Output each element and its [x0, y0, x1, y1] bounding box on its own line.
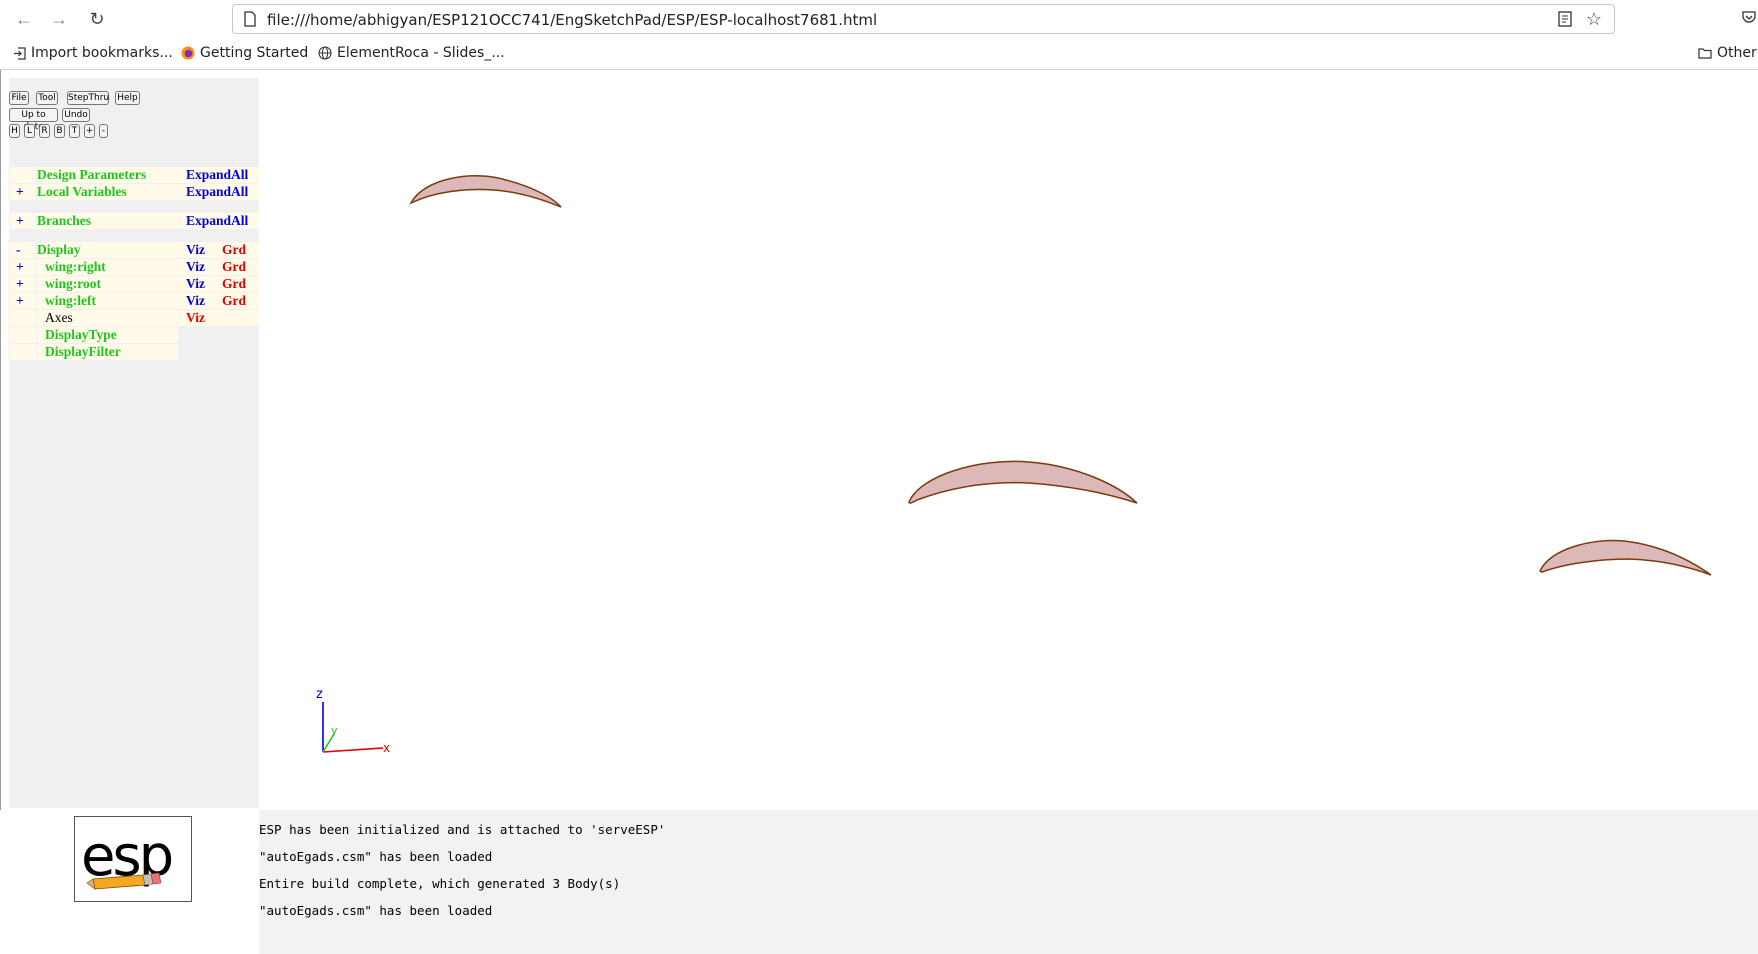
expand-all-link[interactable]: ExpandAll [177, 184, 259, 200]
folder-icon [1698, 48, 1712, 59]
axes-label: Axes [37, 310, 178, 326]
z-axis-label: z [316, 687, 323, 702]
x-axis-line [322, 747, 384, 753]
reader-view-icon[interactable] [1558, 11, 1572, 27]
bookmark-star-icon[interactable]: ☆ [1586, 9, 1602, 29]
collapse-toggle[interactable]: - [10, 242, 36, 258]
message-line: Entire build complete, which generated 3… [259, 876, 621, 891]
message-line: "autoEgads.csm" has been loaded [259, 849, 493, 864]
help-button[interactable]: Help [115, 91, 140, 105]
message-line: ESP has been initialized and is attached… [259, 822, 666, 837]
bookmark-import[interactable]: Import bookmarks... [13, 45, 173, 61]
stepthru-button[interactable]: StepThru [67, 91, 109, 105]
body-label-wing-right[interactable]: wing:right [37, 259, 178, 275]
forward-arrow-icon[interactable]: → [48, 8, 70, 30]
airfoil-wing-root[interactable] [908, 460, 1138, 504]
expand-toggle[interactable]: + [10, 184, 36, 200]
tool-button[interactable]: Tool [36, 91, 58, 105]
view-left-button[interactable]: L [24, 124, 35, 138]
branches-label[interactable]: Branches [37, 213, 178, 229]
bookmark-elementroca[interactable]: ElementRoca - Slides_... [318, 45, 505, 61]
url-text[interactable]: file:///home/abhigyan/ESP121OCC741/EngSk… [267, 11, 877, 29]
browser-toolbar: ← → ↻ file:///home/abhigyan/ESP121OCC741… [0, 0, 1758, 38]
y-axis-label: y [331, 724, 338, 737]
other-bookmarks[interactable]: Other [1698, 45, 1757, 61]
grd-toggle[interactable]: Grd [216, 276, 259, 292]
viz-toggle[interactable]: Viz [177, 293, 216, 309]
tree-expander [10, 310, 36, 326]
tree-panel: File Tool StepThru Help Up to date Undo … [9, 78, 259, 808]
grd-toggle[interactable]: Grd [216, 259, 259, 275]
page-icon [244, 11, 256, 27]
view-top-button[interactable]: T [69, 124, 80, 138]
message-log: ESP has been initialized and is attached… [259, 810, 1758, 954]
bookmark-getting-started[interactable]: Getting Started [181, 45, 308, 61]
firefox-icon [181, 46, 195, 60]
viz-toggle[interactable]: Viz [177, 242, 216, 258]
design-parameters-label[interactable]: Design Parameters [37, 167, 178, 183]
display-type-label[interactable]: DisplayType [37, 327, 178, 343]
globe-icon [318, 46, 332, 60]
axes-viz-toggle[interactable]: Viz [177, 310, 259, 326]
tree-expander [10, 327, 36, 343]
url-bar[interactable]: file:///home/abhigyan/ESP121OCC741/EngSk… [232, 4, 1615, 34]
expand-toggle[interactable]: + [10, 293, 36, 309]
x-axis-label: x [383, 741, 390, 755]
airfoil-view: z x y [316, 175, 1712, 755]
pocket-icon[interactable] [1742, 10, 1756, 24]
expand-toggle[interactable]: + [10, 259, 36, 275]
import-icon [14, 46, 26, 60]
view-right-button[interactable]: R [39, 124, 50, 138]
tree-expander [10, 344, 36, 360]
grd-toggle[interactable]: Grd [216, 242, 259, 258]
grd-toggle[interactable]: Grd [216, 293, 259, 309]
display-label[interactable]: Display [37, 242, 178, 258]
up-to-date-button[interactable]: Up to date [9, 108, 58, 132]
expand-all-link[interactable]: ExpandAll [177, 213, 259, 229]
view-bottom-button[interactable]: B [54, 124, 65, 138]
expand-all-link[interactable]: ExpandAll [177, 167, 259, 183]
message-line: "autoEgads.csm" has been loaded [259, 903, 493, 918]
file-button[interactable]: File [9, 91, 29, 105]
reload-icon[interactable]: ↻ [86, 8, 108, 30]
zoom-in-button[interactable]: + [84, 124, 95, 138]
undo-button[interactable]: Undo [62, 108, 90, 122]
viz-toggle[interactable]: Viz [177, 259, 216, 275]
esp-logo: esp [74, 816, 192, 902]
bookmarks-bar: Import bookmarks... Getting Started Elem… [0, 38, 1758, 70]
airfoil-wing-right[interactable] [1539, 539, 1712, 576]
body-label-wing-root[interactable]: wing:root [37, 276, 178, 292]
back-arrow-icon[interactable]: ← [13, 8, 35, 30]
view-home-button[interactable]: H [9, 124, 20, 138]
tree-expander [10, 167, 36, 183]
body-label-wing-left[interactable]: wing:left [37, 293, 178, 309]
zoom-out-button[interactable]: - [99, 124, 108, 138]
expand-toggle[interactable]: + [10, 213, 36, 229]
expand-toggle[interactable]: + [10, 276, 36, 292]
airfoil-wing-left[interactable] [409, 175, 562, 208]
local-variables-label[interactable]: Local Variables [37, 184, 178, 200]
graphics-canvas[interactable]: z x y [259, 78, 1758, 810]
viz-toggle[interactable]: Viz [177, 276, 216, 292]
display-filter-label[interactable]: DisplayFilter [37, 344, 178, 360]
